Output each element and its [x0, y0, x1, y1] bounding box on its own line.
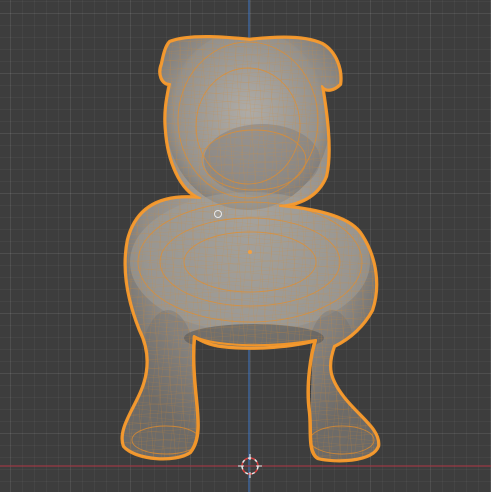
viewport-canvas[interactable] — [0, 0, 491, 492]
object-origin-icon[interactable] — [248, 250, 252, 254]
3d-viewport[interactable] — [0, 0, 491, 492]
leg-gap — [196, 338, 314, 461]
